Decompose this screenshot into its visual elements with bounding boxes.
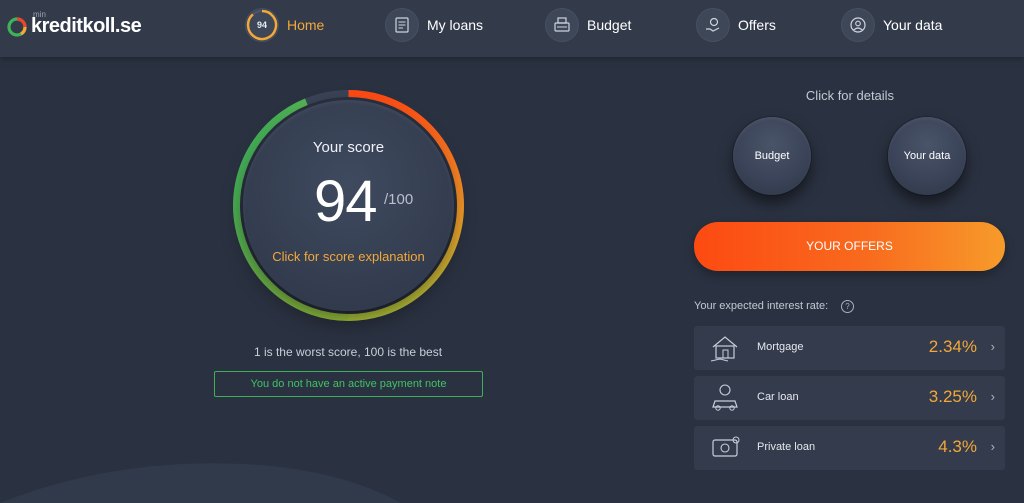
house-icon [710, 336, 738, 362]
money-icon [712, 436, 740, 457]
budget-details-label: Budget [754, 150, 790, 162]
chevron-right-icon: › [990, 389, 995, 404]
your-offers-button[interactable]: YOUR OFFERS [694, 222, 1005, 271]
nav-offers[interactable]: Offers [696, 8, 776, 42]
rate-value: 2.34% [928, 337, 977, 356]
score-gauge[interactable]: Your score 94 /100 Click for score expla… [231, 88, 466, 323]
score-explanation-link[interactable]: Click for score explanation [231, 249, 466, 264]
top-nav: min kreditkoll.se 94 Home My loans Budge… [0, 0, 1024, 57]
score-max: /100 [384, 191, 414, 208]
nav-home[interactable]: 94 Home [245, 8, 324, 42]
interest-rate-title: Your expected interest rate: [694, 300, 829, 312]
nav-my-loans[interactable]: My loans [385, 8, 483, 42]
cash-register-icon [545, 8, 579, 42]
rate-label: Mortgage [757, 341, 804, 353]
nav-your-data[interactable]: Your data [841, 8, 942, 42]
brand-name: kreditkoll.se [31, 15, 142, 37]
rate-value: 4.3% [938, 437, 977, 456]
score-value: 94 [314, 169, 378, 234]
nav-my-loans-label: My loans [427, 17, 484, 33]
nav-your-data-label: Your data [883, 17, 943, 33]
score-badge: 94 [245, 8, 279, 42]
rate-row-private-loan[interactable]: Private loan 4.3% › [694, 426, 1005, 470]
logo-ring-icon [7, 17, 27, 37]
rate-row-mortgage[interactable]: Mortgage 2.34% › [694, 326, 1005, 370]
car-icon [712, 384, 738, 411]
nav-offers-label: Offers [738, 17, 776, 33]
payment-note-badge: You do not have an active payment note [214, 371, 483, 397]
budget-details-button[interactable]: Budget [733, 117, 811, 195]
rate-value: 3.25% [928, 387, 977, 406]
document-icon [385, 8, 419, 42]
hand-coin-icon [696, 8, 730, 42]
nav-home-label: Home [287, 17, 325, 33]
chevron-right-icon: › [990, 439, 995, 454]
chevron-right-icon: › [990, 339, 995, 354]
brand-logo[interactable]: min kreditkoll.se [6, 10, 142, 46]
your-data-details-label: Your data [903, 150, 951, 162]
score-title: Your score [312, 139, 385, 156]
nav-budget[interactable]: Budget [545, 8, 631, 42]
score-badge-value: 94 [256, 20, 267, 30]
help-icon[interactable]: ? [841, 300, 854, 313]
rate-row-car-loan[interactable]: Car loan 3.25% › [694, 376, 1005, 420]
nav-budget-label: Budget [587, 17, 632, 33]
your-data-details-button[interactable]: Your data [888, 117, 966, 195]
rate-label: Private loan [757, 441, 816, 453]
profile-icon [841, 8, 875, 42]
details-title: Click for details [805, 88, 895, 103]
score-caption: 1 is the worst score, 100 is the best [253, 345, 443, 359]
rate-label: Car loan [757, 391, 799, 403]
